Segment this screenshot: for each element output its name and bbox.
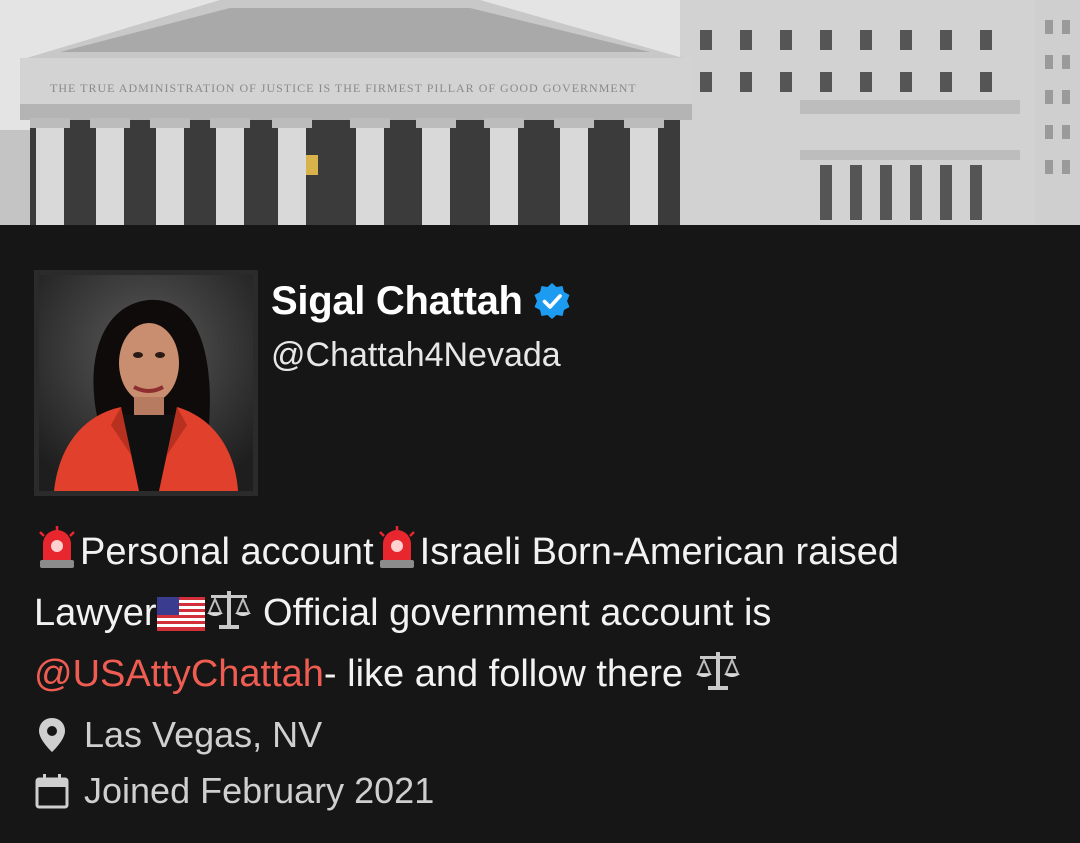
bio-text-5: - like and follow there	[323, 653, 694, 695]
profile-banner[interactable]: THE TRUE ADMINISTRATION OF JUSTICE IS TH…	[0, 0, 1080, 225]
display-name: Sigal Chattah	[271, 278, 523, 323]
joined-row: Joined February 2021	[34, 770, 434, 812]
bio-text-4: Official government account is	[252, 592, 772, 634]
name-row: Sigal Chattah	[271, 278, 571, 324]
police-light-emoji	[34, 524, 80, 586]
bio-text-1: Personal account	[80, 531, 374, 573]
location-pin-icon	[34, 715, 70, 755]
bio-text-2: Israeli Born-American raised	[419, 531, 900, 573]
police-light-emoji	[374, 524, 420, 586]
balance-scale-emoji	[694, 648, 742, 708]
joined-text: Joined February 2021	[84, 770, 435, 811]
balance-scale-emoji	[205, 587, 253, 647]
banner-inscription: THE TRUE ADMINISTRATION OF JUSTICE IS TH…	[50, 81, 637, 95]
bio-mention-link[interactable]: @USAttyChattah	[34, 653, 324, 695]
profile-bio: Personal account Israeli Born-American r…	[34, 524, 1044, 708]
courthouse-banner-image: THE TRUE ADMINISTRATION OF JUSTICE IS TH…	[0, 0, 1080, 225]
location-row: Las Vegas, NV	[34, 714, 322, 756]
location-text: Las Vegas, NV	[84, 714, 323, 755]
verified-badge-icon[interactable]	[533, 282, 571, 320]
avatar-image	[39, 275, 253, 491]
calendar-icon	[34, 771, 70, 811]
us-flag-emoji	[156, 592, 205, 647]
bio-text-3: Lawyer	[34, 592, 157, 634]
profile-handle: @Chattah4Nevada	[271, 336, 561, 374]
profile-avatar[interactable]	[34, 270, 258, 496]
